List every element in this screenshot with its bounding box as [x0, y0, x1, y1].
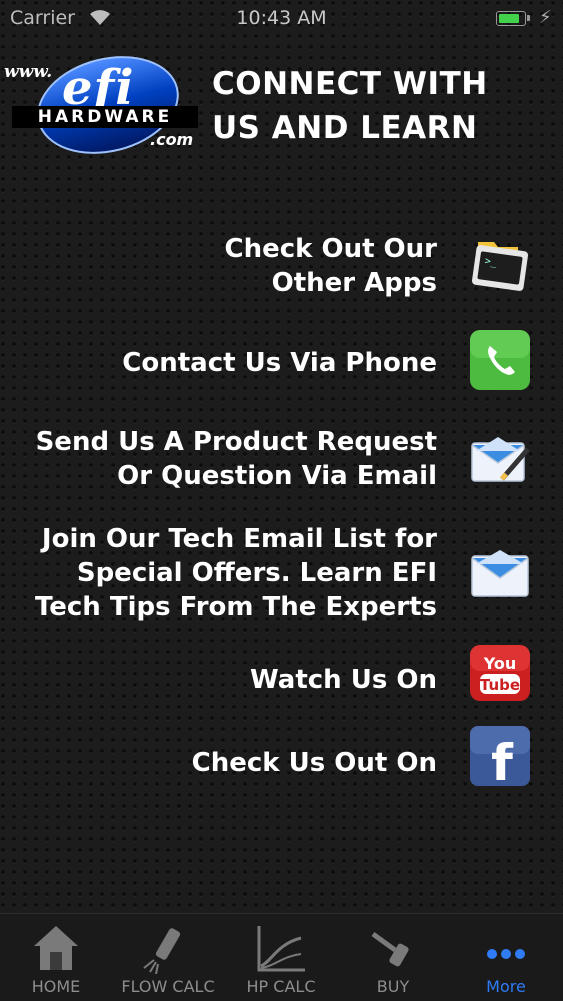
tab-hp-calc[interactable]: HP CALC	[225, 914, 337, 1001]
tab-flow-calc[interactable]: FLOW CALC	[112, 914, 224, 1001]
svg-text:f: f	[491, 734, 514, 786]
facebook-label: Check Us Out On	[191, 748, 437, 778]
email-pen-icon[interactable]	[468, 429, 532, 489]
svg-text:Tube: Tube	[480, 676, 520, 694]
facebook-icon[interactable]: f	[468, 726, 532, 786]
efi-hardware-logo: www. efi HARDWARE .com	[2, 41, 202, 169]
charging-bolt-icon: ⚡	[539, 7, 552, 28]
youtube-icon[interactable]: You Tube	[468, 643, 532, 703]
email-request-row[interactable]: Send Us A Product Request Or Question Vi…	[0, 425, 563, 495]
other-apps-label: Check Out Our Other Apps	[224, 234, 437, 298]
tab-bar: HOME FLOW CALC HP CALC BUY More	[0, 913, 563, 1001]
other-apps-row[interactable]: Check Out Our Other Apps >_	[0, 232, 563, 302]
youtube-label: Watch Us On	[250, 665, 437, 695]
terminal-app-icon[interactable]: >_	[468, 234, 532, 294]
tab-buy[interactable]: BUY	[337, 914, 449, 1001]
graph-icon	[257, 926, 305, 972]
injector-icon	[143, 928, 181, 974]
tab-more[interactable]: More	[450, 914, 562, 1001]
battery-icon	[496, 11, 526, 26]
status-bar: Carrier 10:43 AM ⚡	[0, 0, 563, 36]
svg-text:You: You	[483, 654, 517, 673]
envelope-icon[interactable]	[468, 542, 532, 602]
more-dots-icon	[487, 949, 525, 959]
page-title: CONNECT WITH US AND LEARN	[212, 66, 488, 146]
email-request-label: Send Us A Product Request Or Question Vi…	[35, 427, 437, 491]
facebook-row[interactable]: Check Us Out On f	[0, 726, 563, 786]
phone-icon[interactable]	[468, 330, 532, 390]
tab-home[interactable]: HOME	[0, 914, 112, 1001]
tool-icon	[371, 931, 409, 967]
contact-phone-label: Contact Us Via Phone	[122, 348, 437, 378]
tech-email-list-label: Join Our Tech Email List for Special Off…	[34, 524, 437, 622]
contact-phone-row[interactable]: Contact Us Via Phone	[0, 330, 563, 390]
status-time: 10:43 AM	[236, 7, 327, 29]
house-icon	[34, 926, 78, 970]
youtube-row[interactable]: Watch Us On You Tube	[0, 645, 563, 701]
tech-email-list-row[interactable]: Join Our Tech Email List for Special Off…	[0, 522, 563, 626]
